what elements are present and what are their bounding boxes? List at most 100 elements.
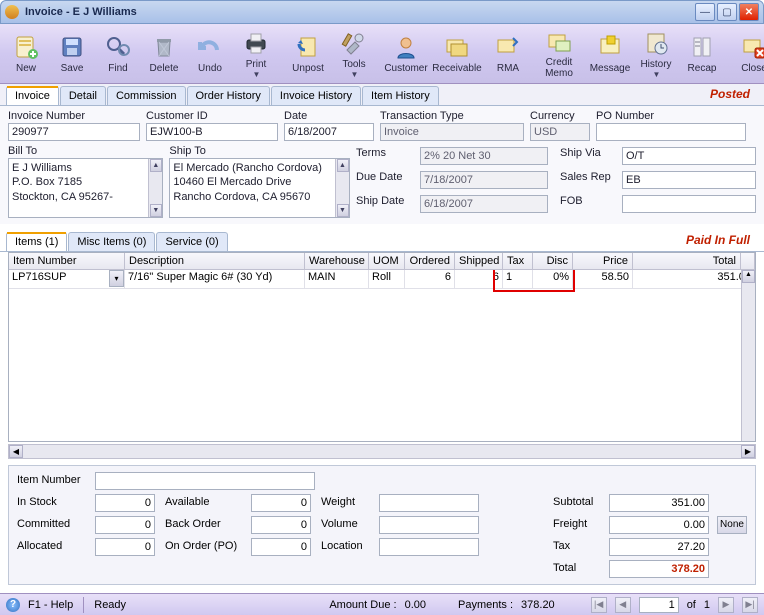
rma-button[interactable]: RMA bbox=[486, 27, 530, 81]
col-tax[interactable]: Tax bbox=[503, 253, 533, 269]
tab-service[interactable]: Service (0) bbox=[156, 232, 227, 251]
ship-via-field[interactable] bbox=[622, 147, 756, 165]
customer-icon bbox=[392, 33, 420, 61]
cell-ordered[interactable]: 6 bbox=[405, 270, 455, 288]
ship-to-label: Ship To bbox=[169, 145, 350, 157]
tab-invoice[interactable]: Invoice bbox=[6, 86, 59, 105]
terms-field[interactable] bbox=[420, 147, 548, 165]
statusbar: ? F1 - Help Ready Amount Due : 0.00 Paym… bbox=[0, 593, 764, 615]
date-field[interactable] bbox=[284, 123, 374, 141]
customer-id-field[interactable] bbox=[146, 123, 278, 141]
bill-to-scrollbar[interactable]: ▲▼ bbox=[148, 159, 162, 217]
in-stock-field[interactable] bbox=[95, 494, 155, 512]
available-field[interactable] bbox=[251, 494, 311, 512]
find-button[interactable]: Find bbox=[96, 27, 140, 81]
ship-to-field[interactable]: El Mercado (Rancho Cordova) 10460 El Mer… bbox=[169, 158, 350, 218]
col-price[interactable]: Price bbox=[573, 253, 633, 269]
chevron-down-icon[interactable]: ▼ bbox=[253, 70, 261, 79]
item-number-field[interactable] bbox=[95, 472, 315, 490]
undo-button[interactable]: Undo bbox=[188, 27, 232, 81]
next-page-button[interactable]: ▶ bbox=[718, 597, 734, 613]
cell-disc[interactable]: 0% bbox=[533, 270, 573, 288]
minimize-button[interactable]: — bbox=[695, 3, 715, 21]
transaction-type-field[interactable] bbox=[380, 123, 524, 141]
help-icon[interactable]: ? bbox=[6, 598, 20, 612]
cell-item[interactable]: LP716SUP▾ bbox=[9, 270, 125, 288]
grid-vscrollbar[interactable]: ▲ bbox=[741, 270, 755, 441]
delete-button[interactable]: Delete bbox=[142, 27, 186, 81]
tab-commission[interactable]: Commission bbox=[107, 86, 186, 105]
tab-detail[interactable]: Detail bbox=[60, 86, 106, 105]
grid-hscrollbar[interactable]: ◀▶ bbox=[8, 444, 756, 459]
col-shipped[interactable]: Shipped bbox=[455, 253, 503, 269]
cell-wh[interactable]: MAIN bbox=[305, 270, 369, 288]
save-button[interactable]: Save bbox=[50, 27, 94, 81]
fob-field[interactable] bbox=[622, 195, 756, 213]
col-item-number[interactable]: Item Number bbox=[9, 253, 125, 269]
tab-items[interactable]: Items (1) bbox=[6, 232, 67, 251]
chevron-down-icon[interactable]: ▼ bbox=[351, 70, 359, 79]
maximize-button[interactable]: ▢ bbox=[717, 3, 737, 21]
close-window-button[interactable]: ✕ bbox=[739, 3, 759, 21]
currency-field[interactable] bbox=[530, 123, 590, 141]
find-icon bbox=[104, 33, 132, 61]
tab-item-history[interactable]: Item History bbox=[362, 86, 439, 105]
cell-total[interactable]: 351.00 bbox=[633, 270, 755, 288]
location-label: Location bbox=[321, 538, 373, 556]
due-date-field[interactable] bbox=[420, 171, 548, 189]
bill-to-label: Bill To bbox=[8, 145, 163, 157]
close-button[interactable]: Close bbox=[732, 27, 764, 81]
grid-body[interactable]: LP716SUP▾ 7/16" Super Magic 6# (30 Yd) M… bbox=[9, 270, 755, 441]
cell-desc[interactable]: 7/16" Super Magic 6# (30 Yd) bbox=[125, 270, 305, 288]
print-button[interactable]: Print▼ bbox=[234, 27, 278, 81]
on-order-po-field[interactable] bbox=[251, 538, 311, 556]
bill-to-field[interactable]: E J Williams P.O. Box 7185 Stockton, CA … bbox=[8, 158, 163, 218]
last-page-button[interactable]: ▶| bbox=[742, 597, 758, 613]
ship-to-scrollbar[interactable]: ▲▼ bbox=[335, 159, 349, 217]
message-button[interactable]: Message bbox=[588, 27, 632, 81]
unpost-button[interactable]: Unpost bbox=[286, 27, 330, 81]
col-total[interactable]: Total bbox=[633, 253, 741, 269]
tab-misc-items[interactable]: Misc Items (0) bbox=[68, 232, 155, 251]
col-disc[interactable]: Disc bbox=[533, 253, 573, 269]
volume-field[interactable] bbox=[379, 516, 479, 534]
col-ordered[interactable]: Ordered bbox=[405, 253, 455, 269]
titlebar: Invoice - E J Williams — ▢ ✕ bbox=[0, 0, 764, 24]
cell-price[interactable]: 58.50 bbox=[573, 270, 633, 288]
page-field[interactable] bbox=[639, 597, 679, 613]
tab-order-history[interactable]: Order History bbox=[187, 86, 270, 105]
chevron-down-icon[interactable]: ▼ bbox=[653, 70, 661, 79]
table-row[interactable]: LP716SUP▾ 7/16" Super Magic 6# (30 Yd) M… bbox=[9, 270, 755, 289]
location-field[interactable] bbox=[379, 538, 479, 556]
allocated-field[interactable] bbox=[95, 538, 155, 556]
back-order-field[interactable] bbox=[251, 516, 311, 534]
col-warehouse[interactable]: Warehouse bbox=[305, 253, 369, 269]
sales-rep-field[interactable] bbox=[622, 171, 756, 189]
currency-label: Currency bbox=[530, 110, 590, 122]
invoice-number-field[interactable] bbox=[8, 123, 140, 141]
cell-tax[interactable]: 1 bbox=[503, 270, 533, 288]
credit-memo-button[interactable]: Credit Memo bbox=[532, 27, 586, 81]
recap-button[interactable]: Recap bbox=[680, 27, 724, 81]
committed-field[interactable] bbox=[95, 516, 155, 534]
freight-none-button[interactable]: None bbox=[717, 516, 747, 534]
first-page-button[interactable]: |◀ bbox=[591, 597, 607, 613]
col-description[interactable]: Description bbox=[125, 253, 305, 269]
tab-invoice-history[interactable]: Invoice History bbox=[271, 86, 361, 105]
cell-uom[interactable]: Roll bbox=[369, 270, 405, 288]
chevron-down-icon[interactable]: ▾ bbox=[109, 270, 124, 287]
cell-shipped[interactable]: 6 bbox=[455, 270, 503, 288]
new-button[interactable]: New bbox=[4, 27, 48, 81]
status-sep bbox=[83, 597, 84, 613]
freight-field[interactable] bbox=[609, 516, 709, 534]
prev-page-button[interactable]: ◀ bbox=[615, 597, 631, 613]
tools-button[interactable]: Tools▼ bbox=[332, 27, 376, 81]
ship-date-field[interactable] bbox=[420, 195, 548, 213]
weight-field[interactable] bbox=[379, 494, 479, 512]
history-button[interactable]: History▼ bbox=[634, 27, 678, 81]
col-uom[interactable]: UOM bbox=[369, 253, 405, 269]
po-number-field[interactable] bbox=[596, 123, 746, 141]
customer-button[interactable]: Customer bbox=[384, 27, 428, 81]
receivable-button[interactable]: Receivable bbox=[430, 27, 484, 81]
bottom-panel: Item Number In Stock Committed Allocated… bbox=[8, 465, 756, 585]
